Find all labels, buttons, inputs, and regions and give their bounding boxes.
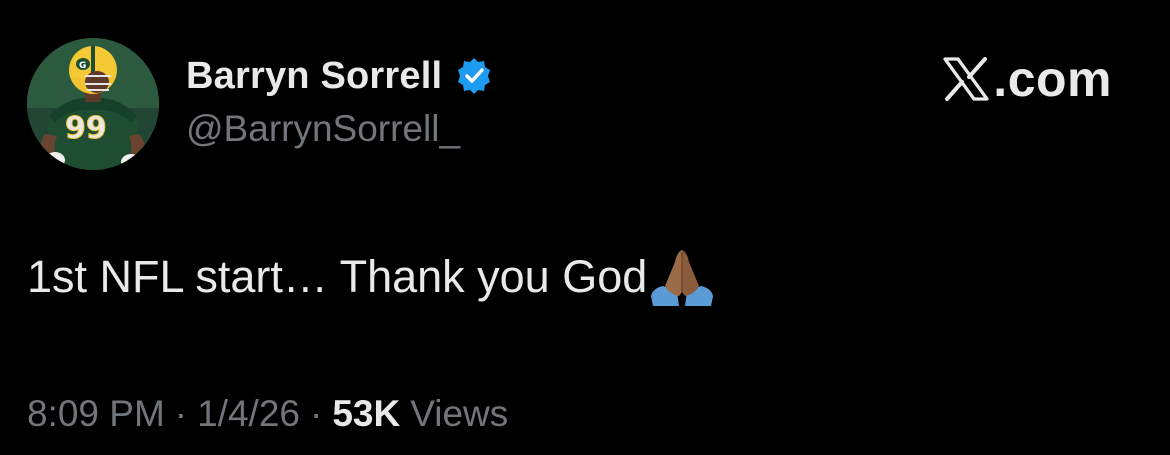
views-label: Views	[410, 393, 509, 434]
tweet-meta: 8:09 PM · 1/4/26 · 53K Views	[27, 390, 508, 438]
avatar[interactable]: 99 G	[27, 38, 159, 170]
views-count: 53K	[332, 393, 401, 434]
name-row: Barryn Sorrell	[186, 52, 494, 100]
tweet-card: 99 G Barryn Sorrell @BarrynSorrell_ .com…	[0, 0, 1170, 455]
svg-text:99: 99	[65, 111, 107, 146]
brand-logo: .com	[941, 51, 1112, 107]
author-block: Barryn Sorrell @BarrynSorrell_	[186, 52, 494, 150]
meta-separator: ·	[174, 393, 188, 434]
tweet-time[interactable]: 8:09 PM	[27, 393, 165, 435]
brand-text: .com	[993, 51, 1112, 107]
verified-badge-icon	[454, 56, 494, 96]
folded-hands-icon	[651, 250, 714, 306]
meta-separator: ·	[310, 393, 323, 434]
x-logo-icon	[943, 57, 989, 101]
player-avatar-icon: 99 G	[27, 38, 159, 170]
tweet-body: 1st NFL start… Thank you God	[27, 246, 715, 308]
display-name[interactable]: Barryn Sorrell	[186, 55, 442, 98]
handle[interactable]: @BarrynSorrell_	[186, 108, 494, 150]
tweet-text: 1st NFL start… Thank you God	[27, 251, 648, 302]
svg-text:G: G	[79, 61, 86, 71]
tweet-date[interactable]: 1/4/26	[197, 393, 300, 435]
